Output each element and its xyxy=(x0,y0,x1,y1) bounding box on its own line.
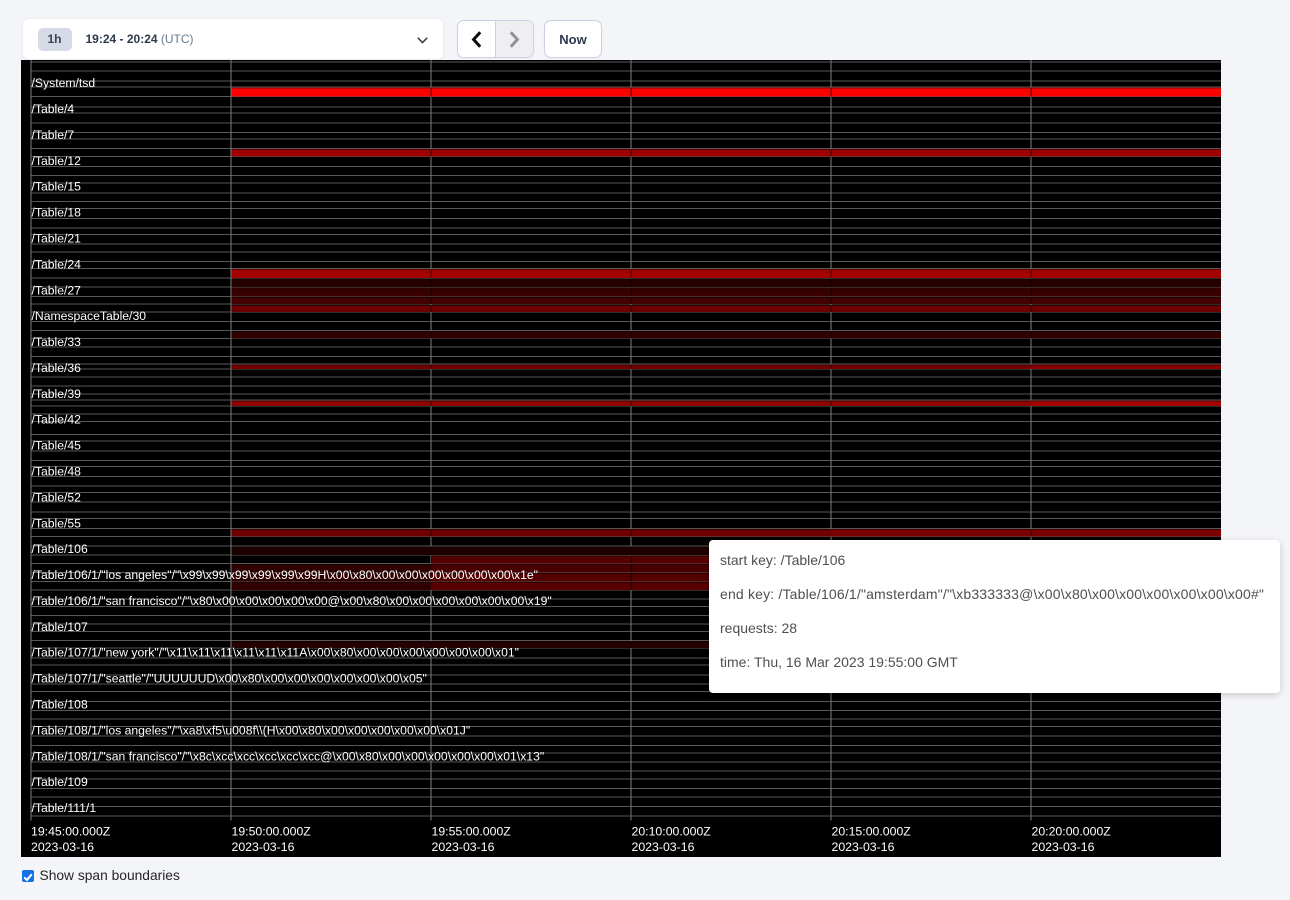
svg-text:2023-03-16: 2023-03-16 xyxy=(1032,840,1095,854)
svg-text:20:20:00.000Z: 20:20:00.000Z xyxy=(1032,825,1112,839)
svg-text:/Table/106: /Table/106 xyxy=(32,542,88,556)
svg-text:/Table/107/1/"seattle"/"UUUUUU: /Table/107/1/"seattle"/"UUUUUUD\x00\x80\… xyxy=(32,672,427,686)
svg-text:20:10:00.000Z: 20:10:00.000Z xyxy=(632,825,712,839)
svg-text:/Table/21: /Table/21 xyxy=(32,232,82,246)
svg-text:/Table/108/1/"san francisco"/": /Table/108/1/"san francisco"/"\x8c\xcc\x… xyxy=(32,749,545,763)
svg-text:/Table/27: /Table/27 xyxy=(32,283,82,297)
svg-text:/Table/45: /Table/45 xyxy=(32,439,82,453)
svg-text:/Table/39: /Table/39 xyxy=(32,387,82,401)
svg-text:/Table/108: /Table/108 xyxy=(32,698,88,712)
svg-text:/Table/24: /Table/24 xyxy=(32,257,82,271)
svg-text:2023-03-16: 2023-03-16 xyxy=(31,840,94,854)
svg-text:/Table/7: /Table/7 xyxy=(32,128,75,142)
svg-text:/Table/18: /Table/18 xyxy=(32,206,82,220)
svg-text:20:15:00.000Z: 20:15:00.000Z xyxy=(832,825,912,839)
svg-text:/Table/15: /Table/15 xyxy=(32,180,82,194)
svg-text:/Table/107/1/"new york"/"\x11\: /Table/107/1/"new york"/"\x11\x11\x11\x1… xyxy=(32,646,520,660)
svg-text:/Table/108/1/"los angeles"/"\x: /Table/108/1/"los angeles"/"\xa8\xf5\u00… xyxy=(32,723,471,737)
svg-text:/Table/4: /Table/4 xyxy=(32,102,75,116)
svg-text:2023-03-16: 2023-03-16 xyxy=(832,840,895,854)
svg-text:19:50:00.000Z: 19:50:00.000Z xyxy=(232,825,312,839)
svg-text:/Table/42: /Table/42 xyxy=(32,413,82,427)
svg-text:/Table/107: /Table/107 xyxy=(32,620,88,634)
svg-text:/Table/48: /Table/48 xyxy=(32,465,82,479)
svg-text:/Table/106/1/"los angeles"/"\x: /Table/106/1/"los angeles"/"\x99\x99\x99… xyxy=(32,568,538,582)
svg-text:/Table/106/1/"san francisco"/": /Table/106/1/"san francisco"/"\x80\x00\x… xyxy=(32,594,552,608)
svg-text:/Table/55: /Table/55 xyxy=(32,516,82,530)
svg-text:/Table/52: /Table/52 xyxy=(32,490,82,504)
svg-text:/System/tsd: /System/tsd xyxy=(32,76,96,90)
svg-text:/Table/111/1: /Table/111/1 xyxy=(32,801,97,815)
svg-text:2023-03-16: 2023-03-16 xyxy=(232,840,295,854)
svg-text:19:45:00.000Z: 19:45:00.000Z xyxy=(31,825,111,839)
svg-text:/Table/12: /Table/12 xyxy=(32,154,82,168)
svg-text:/Table/36: /Table/36 xyxy=(32,361,82,375)
svg-text:19:55:00.000Z: 19:55:00.000Z xyxy=(432,825,512,839)
svg-text:2023-03-16: 2023-03-16 xyxy=(632,840,695,854)
svg-text:2023-03-16: 2023-03-16 xyxy=(432,840,495,854)
svg-text:/Table/33: /Table/33 xyxy=(32,335,82,349)
svg-text:/Table/109: /Table/109 xyxy=(32,775,88,789)
svg-text:/NamespaceTable/30: /NamespaceTable/30 xyxy=(32,309,147,323)
